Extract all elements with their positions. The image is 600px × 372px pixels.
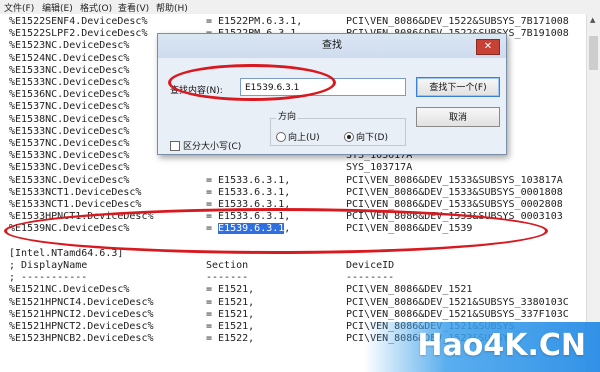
- line-name: %E1521HPNCI4.DeviceDesc%: [9, 296, 154, 308]
- text-line: %E1533NCT1.DeviceDesc% = E1533.6.3.1, PCI\…: [0, 187, 586, 199]
- line-device: PCI\VEN_8086&DEV_1521&SUBSYS_337F103C: [346, 308, 569, 320]
- scroll-up-icon[interactable]: ▲: [590, 16, 595, 24]
- line-name: %E1533NC.DeviceDesc%: [9, 174, 130, 186]
- menu-edit[interactable]: 编辑(E): [42, 1, 73, 14]
- line-section: = E1521,: [206, 296, 255, 308]
- text-line: %E1533NC.DeviceDesc% SYS_103717A: [0, 162, 586, 174]
- line-device: PCI\VEN_8086&DEV_1522&SUBSYS_7B171008: [346, 16, 569, 27]
- checkbox-icon: [170, 140, 180, 151]
- line-section: -------: [206, 272, 249, 284]
- find-next-button[interactable]: 查找下一个(F): [416, 77, 500, 97]
- line-name: %E1524NC.DeviceDesc%: [9, 52, 130, 64]
- text-line: %E1521NC.DeviceDesc% = E1521, PCI\VEN_8086…: [0, 284, 586, 296]
- line-name: %E1521HPNCI2.DeviceDesc%: [9, 308, 154, 320]
- text-line: ; DisplayName Section DeviceID: [0, 260, 586, 272]
- line-device: DeviceID: [346, 260, 395, 271]
- menu-help[interactable]: 帮助(H): [156, 1, 188, 14]
- watermark-logo: Hao4K.CN: [417, 328, 586, 363]
- line-section: = E1533.6.3.1,: [206, 174, 291, 186]
- direction-up-radio[interactable]: 向上(U): [276, 130, 320, 143]
- line-section: = E1533.6.3.1,: [206, 186, 291, 198]
- line-name: %E1521HPNCT2.DeviceDesc%: [9, 321, 154, 332]
- line-name: %E1537NC.DeviceDesc%: [9, 138, 130, 149]
- line-name: %E1523NC.DeviceDesc%: [9, 40, 130, 52]
- annotation-ellipse-result-row: [4, 208, 548, 254]
- watermark: Hao4K.CN: [364, 322, 600, 372]
- line-name: [Intel.NTamd64.6.3]: [9, 247, 124, 259]
- text-line: %E1521HPNCI4.DeviceDesc% = E1521, PCI\VEN_…: [0, 297, 586, 309]
- line-name: %E1533NC.DeviceDesc%: [9, 162, 130, 174]
- line-section: = E1521,: [206, 321, 255, 332]
- line-device: SYS_103717A: [346, 162, 413, 174]
- line-name: ; -----------: [9, 272, 88, 284]
- line-name: %E1522SLPF2.DeviceDesc%: [9, 28, 148, 40]
- line-device: PCI\VEN_8086&DEV_1521&SUBSYS_3380103C: [346, 296, 569, 308]
- scrollbar-thumb[interactable]: [589, 36, 598, 70]
- line-name: %E1533NC.DeviceDesc%: [9, 77, 130, 88]
- dialog-title: 查找: [158, 34, 506, 58]
- vertical-scrollbar[interactable]: ▲: [586, 14, 600, 372]
- line-device: --------: [346, 272, 395, 284]
- line-name: %E1536NC.DeviceDesc%: [9, 89, 130, 101]
- line-name: %E1523HPNCB2.DeviceDesc%: [9, 333, 154, 345]
- line-device: PCI\VEN_8086&DEV_1521: [346, 284, 473, 296]
- menu-file[interactable]: 文件(F): [4, 1, 34, 14]
- line-device: PCI\VEN_8086&DEV_1533&SUBSYS_0001808: [346, 186, 563, 198]
- line-section: = E1522,: [206, 333, 255, 345]
- line-name: %E1537NC.DeviceDesc%: [9, 101, 130, 113]
- direction-down-radio[interactable]: 向下(D): [344, 130, 388, 143]
- text-line: %E1522SENF4.DeviceDesc% = E1522PM.6.3.1, P…: [0, 16, 586, 28]
- cancel-button[interactable]: 取消: [416, 107, 500, 127]
- menu-format[interactable]: 格式(O): [80, 1, 112, 14]
- line-device: PCI\VEN_8086&DEV_1533&SUBSYS_103817A: [346, 174, 563, 186]
- menu-bar: 文件(F) 编辑(E) 格式(O) 查看(V) 帮助(H): [0, 0, 600, 15]
- line-name: %E1533NC.DeviceDesc%: [9, 150, 130, 162]
- line-name: %E1522SENF4.DeviceDesc%: [9, 16, 148, 27]
- line-name: %E1521NC.DeviceDesc%: [9, 284, 130, 296]
- text-line: ; ----------- ------- --------: [0, 272, 586, 284]
- match-case-label: 区分大小写(C): [183, 142, 242, 152]
- direction-up-label: 向上(U): [288, 133, 320, 143]
- radio-icon: [276, 131, 286, 142]
- line-section: Section: [206, 260, 249, 271]
- radio-selected-icon: [344, 131, 354, 142]
- line-name: %E1533NCT1.DeviceDesc%: [9, 199, 142, 210]
- line-name: %E1533NC.DeviceDesc%: [9, 64, 130, 76]
- line-name: %E1533NC.DeviceDesc%: [9, 125, 130, 137]
- annotation-ellipse-find-input: [168, 64, 336, 101]
- text-line: %E1521HPNCI2.DeviceDesc% = E1521, PCI\VEN_…: [0, 309, 586, 321]
- menu-view[interactable]: 查看(V): [118, 1, 149, 14]
- line-section: = E1522PM.6.3.1,: [206, 16, 303, 27]
- close-icon[interactable]: ✕: [476, 39, 500, 55]
- line-name: %E1533NCT1.DeviceDesc%: [9, 186, 142, 198]
- match-case-checkbox[interactable]: 区分大小写(C): [170, 139, 241, 152]
- text-line: %E1533NC.DeviceDesc% = E1533.6.3.1, PCI\VE…: [0, 175, 586, 187]
- line-name: ; DisplayName: [9, 260, 88, 271]
- direction-down-label: 向下(D): [356, 133, 388, 143]
- direction-label: 方向: [276, 109, 299, 122]
- line-name: %E1538NC.DeviceDesc%: [9, 113, 130, 125]
- line-section: = E1521,: [206, 284, 255, 296]
- line-section: = E1521,: [206, 308, 255, 320]
